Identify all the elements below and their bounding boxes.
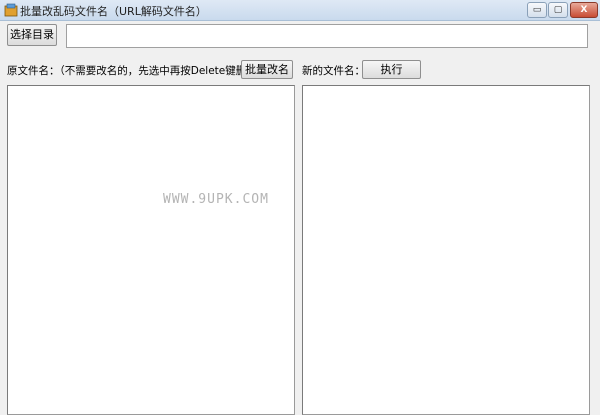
new-filename-list[interactable]	[302, 85, 590, 415]
batch-rename-button[interactable]: 批量改名	[241, 60, 293, 79]
title-bar: 批量改乱码文件名（URL解码文件名） ▭ ▢ X	[0, 0, 600, 21]
original-filename-label: 原文件名：（不需要改名的，先选中再按Delete键删除）	[7, 65, 268, 77]
execute-button[interactable]: 执行	[362, 60, 421, 79]
maximize-icon: ▢	[553, 5, 563, 15]
watermark: WWW.9UPK.COM	[163, 192, 269, 207]
maximize-button[interactable]: ▢	[548, 2, 568, 18]
minimize-icon: ▭	[532, 5, 542, 15]
app-icon	[4, 3, 18, 17]
close-button[interactable]: X	[570, 2, 598, 18]
minimize-button[interactable]: ▭	[527, 2, 547, 18]
close-icon: X	[580, 5, 588, 15]
new-filename-label: 新的文件名：	[302, 65, 365, 77]
original-filename-list[interactable]	[7, 85, 295, 415]
select-directory-button[interactable]: 选择目录	[7, 24, 57, 46]
window-title: 批量改乱码文件名（URL解码文件名）	[20, 5, 207, 18]
directory-path-input[interactable]	[66, 24, 588, 48]
